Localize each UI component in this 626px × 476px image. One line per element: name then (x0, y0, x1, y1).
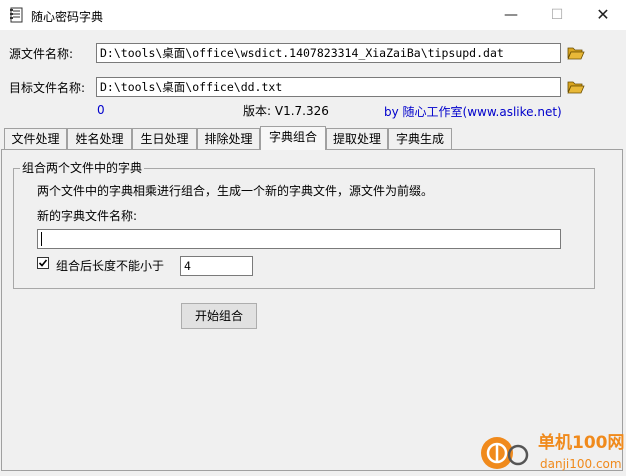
group-title: 组合两个文件中的字典 (20, 159, 145, 176)
new-file-label: 新的字典文件名称: (37, 209, 138, 223)
tab-extract-process[interactable]: 提取处理 (326, 128, 388, 149)
watermark-url: danji100.com (540, 457, 622, 471)
maximize-button[interactable]: ☐ (534, 0, 580, 30)
new-file-input[interactable] (37, 229, 561, 249)
minimize-button[interactable]: — (488, 0, 534, 30)
min-length-input[interactable]: 4 (180, 256, 253, 276)
source-file-input[interactable]: D:\tools\桌面\office\wsdict.1407823314_Xia… (96, 43, 561, 63)
credit-link[interactable]: by 随心工作室(www.aslike.net) (384, 103, 562, 120)
text-cursor (41, 232, 42, 246)
checkmark-icon (38, 259, 48, 267)
open-folder-icon[interactable] (567, 46, 585, 60)
open-folder-icon[interactable] (567, 80, 585, 94)
tab-file-process[interactable]: 文件处理 (4, 128, 67, 149)
window-title: 随心密码字典 (31, 10, 104, 24)
source-file-label: 源文件名称: (9, 47, 74, 61)
site-logo-icon: 单机100网 danji100.com (481, 432, 625, 471)
start-combine-button[interactable]: 开始组合 (181, 303, 257, 329)
description-text: 两个文件中的字典相乘进行组合，生成一个新的字典文件，源文件为前缀。 (37, 184, 434, 198)
watermark-brand: 单机100网 (538, 432, 625, 453)
line-count: 0 (97, 103, 105, 117)
watermark-logo: 单机100网 danji100.com (478, 428, 626, 473)
target-file-input[interactable]: D:\tools\桌面\office\dd.txt (96, 77, 561, 97)
tab-dict-generate[interactable]: 字典生成 (388, 128, 452, 149)
app-icon (10, 7, 23, 23)
min-length-label: 组合后长度不能小于 (56, 259, 165, 273)
close-button[interactable]: ✕ (580, 0, 626, 30)
title-bar: 随心密码字典 — ☐ ✕ (0, 0, 626, 30)
min-length-checkbox[interactable] (37, 257, 49, 269)
tab-birthday-process[interactable]: 生日处理 (132, 128, 197, 149)
tab-exclude-process[interactable]: 排除处理 (197, 128, 260, 149)
tab-name-process[interactable]: 姓名处理 (67, 128, 132, 149)
tab-dict-combine[interactable]: 字典组合 (260, 126, 326, 150)
version-text: 版本: V1.7.326 (243, 104, 329, 118)
target-file-label: 目标文件名称: (9, 81, 86, 95)
